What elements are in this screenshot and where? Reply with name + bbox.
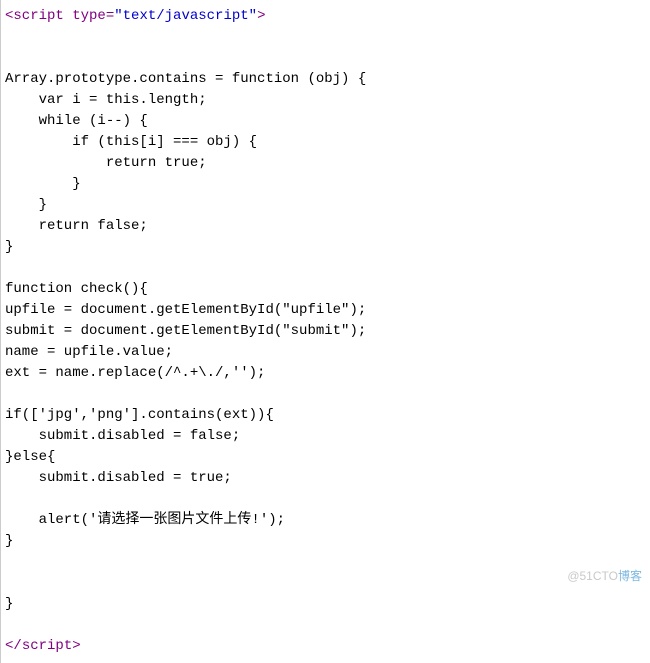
attr-name: type [72,8,106,24]
attr-value: "text/javascript" [114,8,257,24]
open-tag-name: script [13,8,72,24]
open-tag-gt: > [257,8,265,24]
close-tag-gt: > [72,638,80,654]
close-tag-lt: </ [5,638,22,654]
code-body: Array.prototype.contains = function (obj… [5,71,366,612]
code-block: <script type="text/javascript"> Array.pr… [0,0,650,663]
close-tag-name: script [22,638,72,654]
attr-eq: = [106,8,114,24]
